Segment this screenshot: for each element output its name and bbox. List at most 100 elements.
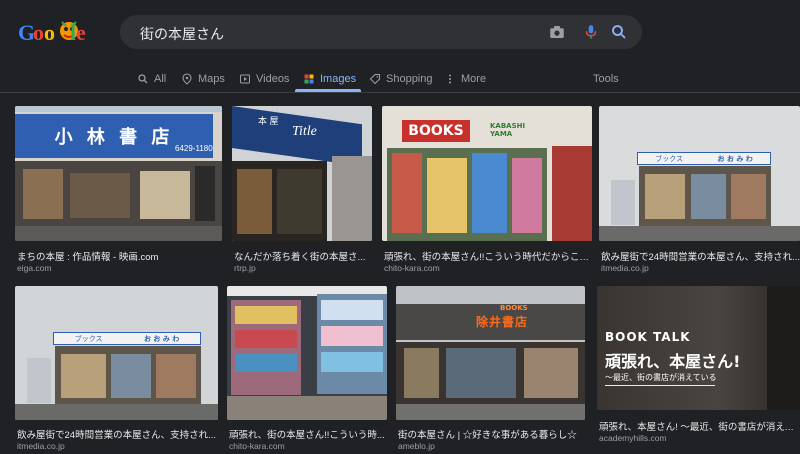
logo-letter: l [70,20,76,45]
tab-videos[interactable]: Videos [239,68,289,90]
result-source[interactable]: ameblo.jp [398,441,585,451]
search-tabs: All Maps Videos Images Shopping More Too… [0,68,800,90]
logo-letter: o [44,20,55,45]
sign-text: Title [292,124,317,139]
result-source[interactable]: itmedia.co.jp [17,441,218,451]
result-caption[interactable]: 頑張れ、街の本屋さん!!こういう時代だからこそ... [384,249,592,263]
image-result-3[interactable]: BOOKS KABASHI YAMA 頑張れ、街の本屋さん!!こういう時代だから… [382,106,592,273]
kebab-icon [449,74,451,84]
phone-text: 6429-1180 [175,144,213,153]
bookshelf [317,294,387,394]
logo-letter: o [33,20,44,45]
result-caption[interactable]: 飲み屋街で24時間営業の本屋さん、支持され... [17,427,218,441]
sign-text: 除井書店 [476,315,529,329]
result-thumbnail[interactable] [227,286,387,420]
result-thumbnail[interactable]: 本 屋 Title [232,106,372,241]
result-thumbnail[interactable]: BOOKS KABASHI YAMA [382,106,592,241]
street [599,226,800,241]
sign-text: BOOKS [500,304,528,312]
tab-more[interactable]: More [444,68,486,90]
header-divider [0,92,800,93]
sign-text: ブックス [74,335,103,343]
result-source[interactable]: itmedia.co.jp [601,263,800,273]
tab-label: Shopping [386,73,433,85]
sign-text: お お み わ [143,334,180,343]
bookshelf [231,300,301,395]
tab-label: Tools [593,73,619,85]
sign-text: 小 林 書 店 [54,127,174,148]
image-result-7[interactable]: BOOKS 除井書店 街の本屋さん | ☆好きな事がある暮らし☆ ameblo.… [396,286,585,451]
result-thumbnail[interactable]: 小 林 書 店 6429-1180 [15,106,222,241]
floor [227,396,387,420]
storefront [15,161,222,226]
result-source[interactable]: chito-kara.com [384,263,592,273]
camera-icon[interactable] [548,23,566,41]
sign-text: 本 屋 [258,116,279,126]
image-result-2[interactable]: 本 屋 Title なんだか落ち着く街の本屋さ... rtrp.jp [232,106,372,273]
tab-shopping[interactable]: Shopping [369,68,433,90]
vending-machine [611,180,635,225]
sign-text: 頑張れ、本屋さん! [605,352,741,371]
result-caption[interactable]: 街の本屋さん | ☆好きな事がある暮らし☆ [398,427,585,441]
image-result-5[interactable]: ブックス お お み わ 飲み屋街で24時間営業の本屋さん、支持され... it… [15,286,218,451]
map-pin-icon [182,73,192,85]
building-wall [332,156,372,241]
result-caption[interactable]: 頑張れ、街の本屋さん!!こういう時... [229,427,387,441]
tools-button[interactable]: Tools [593,68,619,90]
sign-text: KABASHI YAMA [490,122,526,138]
street [15,404,218,420]
result-caption[interactable]: 頑張れ、本屋さん! 〜最近、街の書店が消えて... [599,419,800,433]
bookshelf [767,286,800,410]
tab-all[interactable]: All [137,68,166,90]
storefront [639,166,771,226]
sign-text: BOOK TALK [605,330,691,344]
google-logo[interactable]: G o o l e [18,14,90,48]
result-thumbnail[interactable]: BOOK TALK 頑張れ、本屋さん! 〜最近、街の書店が消えている [597,286,800,410]
result-source[interactable]: rtrp.jp [234,263,372,273]
image-result-1[interactable]: 小 林 書 店 6429-1180 まちの本屋 : 作品情報 - 映画.com … [15,106,222,273]
tag-icon [369,74,380,85]
store-sign: BOOKS [402,120,470,142]
result-source[interactable]: chito-kara.com [229,441,387,451]
side-shelf [552,146,592,241]
result-caption[interactable]: なんだか落ち着く街の本屋さ... [234,249,372,263]
result-caption[interactable]: まちの本屋 : 作品情報 - 映画.com [17,249,222,263]
tab-maps[interactable]: Maps [181,68,225,90]
tab-label: Videos [256,73,290,85]
result-source[interactable]: academyhills.com [599,433,800,443]
underline [605,385,715,386]
search-icon [138,74,148,84]
store-sign: ブックス お お み わ [53,332,201,345]
image-icon [304,74,314,84]
result-thumbnail[interactable]: ブックス お お み わ [15,286,218,420]
logo-letter: G [18,20,35,45]
result-caption[interactable]: 飲み屋街で24時間営業の本屋さん、支持され... [601,249,800,263]
image-result-6[interactable]: 頑張れ、街の本屋さん!!こういう時... chito-kara.com [227,286,387,451]
street [396,404,585,420]
tab-label: Maps [198,73,225,85]
image-result-8[interactable]: BOOK TALK 頑張れ、本屋さん! 〜最近、街の書店が消えている 頑張れ、本… [597,286,800,443]
image-result-4[interactable]: ブックス お お み わ 飲み屋街で24時間営業の本屋さん、支持され... it… [599,106,800,273]
result-source[interactable]: eiga.com [17,263,222,273]
vending-machine [27,358,51,403]
microphone-icon[interactable] [582,23,600,41]
sky [15,106,222,112]
tab-label: All [154,73,167,85]
sign-text: BOOKS [408,123,464,139]
result-thumbnail[interactable]: BOOKS 除井書店 [396,286,585,420]
search-icon[interactable] [610,23,628,41]
book-display [387,148,547,241]
sign-text: 〜最近、街の書店が消えている [605,373,717,382]
tab-label: Images [320,73,357,85]
search-input[interactable]: 街の本屋さん [140,24,224,44]
result-thumbnail[interactable]: ブックス お お み わ [599,106,800,241]
search-box[interactable]: 街の本屋さん [120,15,642,49]
store-sign: BOOKS 除井書店 [396,304,585,340]
store-sign: ブックス お お み わ [637,152,771,165]
tab-images[interactable]: Images [303,68,356,90]
sign-text: お お み わ [717,154,753,163]
tab-label: More [461,73,487,85]
storefront [396,342,585,404]
logo-letter: e [76,20,86,45]
play-icon [240,74,250,84]
